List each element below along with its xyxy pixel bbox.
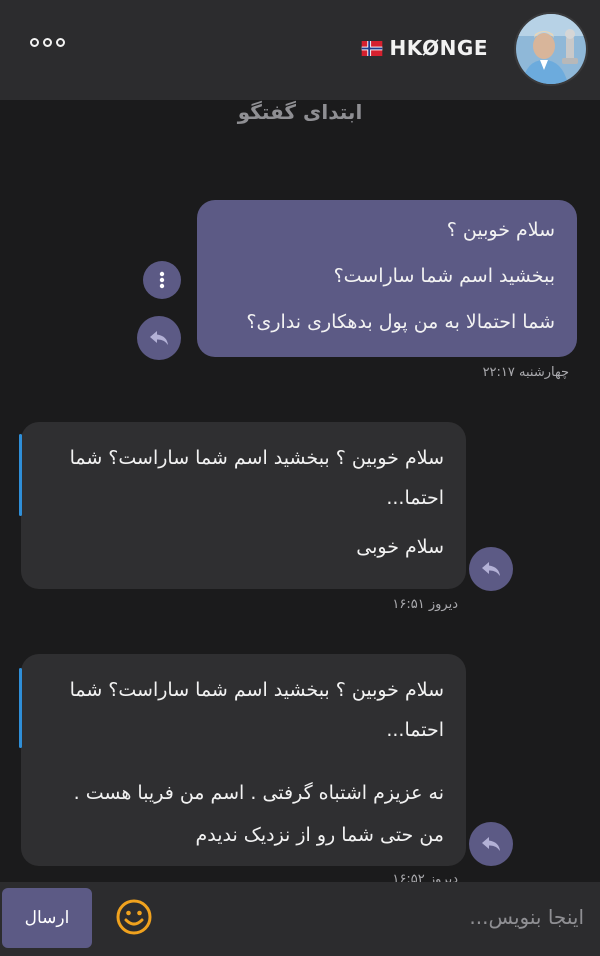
- message-incoming[interactable]: سلام خوبین ؟ ببخشید اسم شما ساراست؟ شما …: [19, 654, 466, 866]
- reply-icon[interactable]: [469, 822, 513, 866]
- message-input[interactable]: [180, 888, 586, 946]
- message-incoming[interactable]: سلام خوبین ؟ ببخشید اسم شما ساراست؟ شما …: [19, 422, 466, 589]
- quoted-message: سلام خوبین ؟ ببخشید اسم شما ساراست؟ شما …: [69, 679, 444, 741]
- quote-bar: [19, 668, 22, 748]
- message-text: سلام خوبی: [356, 536, 444, 558]
- message-timestamp: چهارشنبه ۲۲:۱۷: [482, 365, 569, 380]
- contact-name[interactable]: HKØNGE: [361, 36, 488, 60]
- more-options-icon[interactable]: [30, 38, 65, 47]
- message-text: نه عزیزم اشتباه گرفتی . اسم من فریبا هست…: [73, 782, 444, 846]
- message-timestamp: دیروز ۱۶:۵۱: [392, 597, 458, 612]
- contact-name-label: HKØNGE: [389, 36, 488, 60]
- send-button[interactable]: ارسال: [2, 888, 92, 948]
- quoted-message: سلام خوبین ؟ ببخشید اسم شما ساراست؟ شما …: [69, 447, 444, 509]
- chat-header: HKØNGE: [0, 0, 600, 100]
- message-line: سلام خوبین ؟: [446, 219, 555, 241]
- avatar[interactable]: [514, 12, 588, 86]
- norway-flag-icon: [362, 41, 383, 56]
- quote-bar: [19, 434, 22, 516]
- message-line: شما احتمالا به من پول بدهکاری نداری؟: [246, 311, 555, 333]
- message-line: ببخشید اسم شما ساراست؟: [333, 265, 555, 287]
- message-outgoing[interactable]: سلام خوبین ؟ ببخشید اسم شما ساراست؟ شما …: [197, 200, 577, 357]
- conversation-start-label: ابتدای گفتگو: [237, 100, 363, 124]
- reply-icon[interactable]: [469, 547, 513, 591]
- message-options-icon[interactable]: [143, 261, 181, 299]
- emoji-icon[interactable]: [115, 898, 153, 936]
- reply-icon[interactable]: [137, 316, 181, 360]
